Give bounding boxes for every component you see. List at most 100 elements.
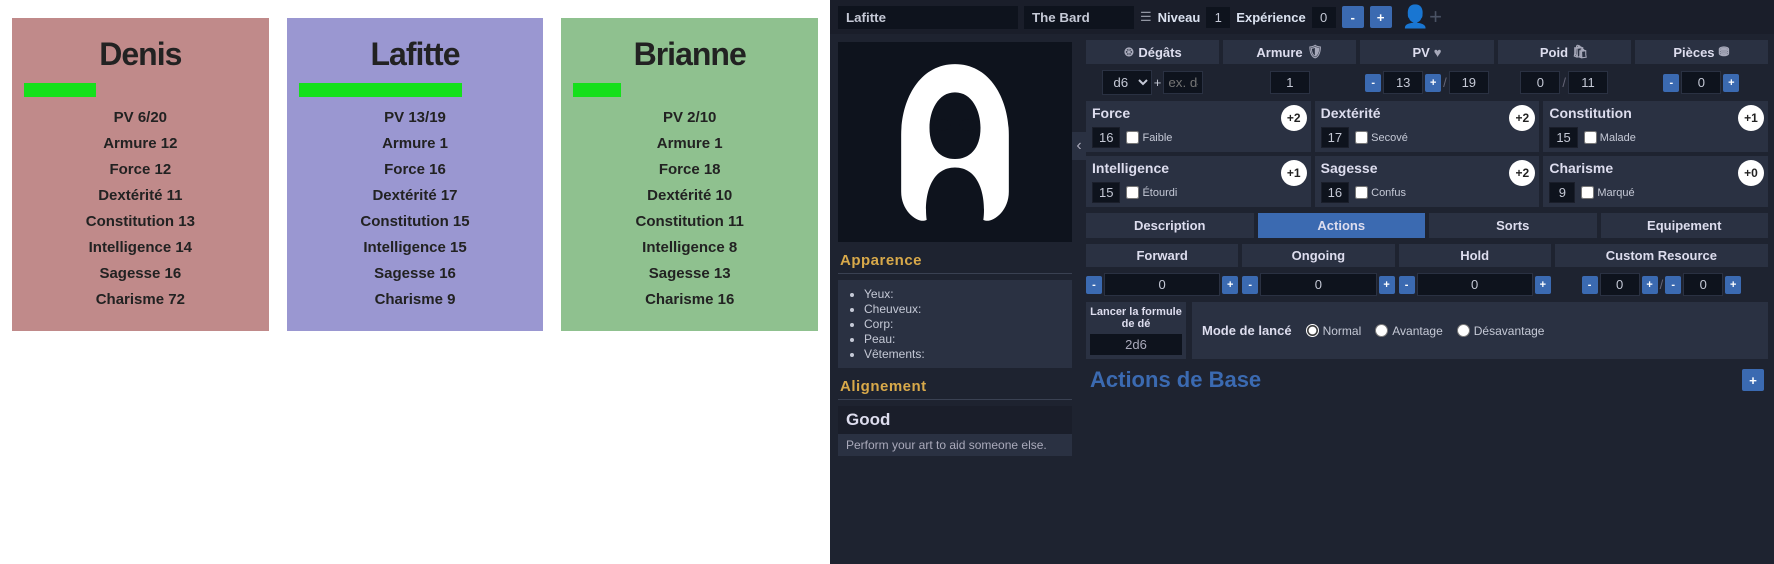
ongoing-plus[interactable]: + [1379,276,1395,294]
tab-sorts[interactable]: Sorts [1429,213,1597,238]
base-actions-row: Actions de Base + [1086,365,1768,395]
custom2-plus[interactable]: + [1725,276,1741,294]
stat-force: Force 16 [295,161,536,178]
weight-current: 0 [1520,71,1560,94]
xp-value: 0 [1312,7,1336,28]
stat-pv: PV 13/19 [295,109,536,126]
dice-row: Lancer la formule de dé 2d6 Mode de lanc… [1086,302,1768,359]
attr-mod[interactable]: +0 [1738,160,1764,186]
hold-minus[interactable]: - [1399,276,1415,294]
alignment-title: Good [838,406,1072,434]
dice-formula-label: Lancer la formule de dé [1090,306,1182,330]
char-card: Denis PV 6/20 Armure 12 Force 12 Dextéri… [12,18,269,331]
roll-mode-advantage[interactable]: Avantage [1375,324,1443,338]
custom1-plus[interactable]: + [1642,276,1658,294]
forward-minus[interactable]: - [1086,276,1102,294]
sheet-header: ☰ Niveau 1 Expérience 0 - + 👤+ [830,0,1774,34]
attr-mod[interactable]: +1 [1738,105,1764,131]
stat-dex: Dextérité 10 [569,187,810,204]
ongoing-minus[interactable]: - [1242,276,1258,294]
stat-int: Intelligence 8 [569,239,810,256]
sheet-tabs: Description Actions Sorts Equipement [1086,213,1768,238]
list-icon: ☰ [1140,9,1152,25]
attr-value[interactable]: 17 [1321,127,1349,148]
party-overview: Denis PV 6/20 Armure 12 Force 12 Dextéri… [0,0,830,564]
coin-minus-button[interactable]: - [1663,74,1679,92]
attr-int: Intelligence +1 15Étourdi [1086,156,1311,207]
stat-force: Force 18 [569,161,810,178]
armor-input[interactable] [1270,71,1310,94]
stat-sag: Sagesse 16 [295,265,536,282]
attr-value[interactable]: 9 [1549,182,1575,203]
coin-plus-button[interactable]: + [1723,74,1739,92]
damage-bonus-input[interactable] [1163,71,1203,94]
dice-formula-value[interactable]: 2d6 [1090,334,1182,355]
attr-mod[interactable]: +1 [1281,160,1307,186]
xp-minus-button[interactable]: - [1342,6,1364,28]
xp-plus-button[interactable]: + [1370,6,1392,28]
add-player-icon[interactable]: 👤+ [1402,4,1442,30]
attr-con: Constitution +1 15Malade [1543,101,1768,152]
class-input[interactable] [1024,6,1134,29]
shield-icon: 🛡 [1307,44,1324,60]
stat-force: Force 12 [20,161,261,178]
tab-equipement[interactable]: Equipement [1601,213,1769,238]
roll-mode-label: Mode de lancé [1202,323,1292,338]
heart-icon: ♥ [1434,45,1442,60]
damage-die-select[interactable]: d6 [1102,70,1152,95]
stat-sag: Sagesse 13 [569,265,810,282]
top-stats-values: d6 + - 13 + / 19 0 / 11 - [1086,70,1768,95]
debility-toggle[interactable]: Malade [1584,131,1636,144]
appearance-item: Cheuveux: [864,302,1062,316]
attr-dex: Dextérité +2 17Secové [1315,101,1540,152]
hp-bar [299,83,463,97]
add-action-button[interactable]: + [1742,369,1764,391]
top-stats-headers: ⊛Dégâts Armure🛡 PV♥ Poid🛍 Pièces⛃ [1086,40,1768,64]
debility-toggle[interactable]: Marqué [1581,186,1634,199]
stat-con: Constitution 11 [569,213,810,230]
roll-mode-normal[interactable]: Normal [1306,324,1362,338]
attr-value[interactable]: 15 [1549,127,1577,148]
stat-cha: Charisme 72 [20,291,261,308]
appearance-item: Yeux: [864,287,1062,301]
stat-dex: Dextérité 17 [295,187,536,204]
hp-minus-button[interactable]: - [1365,74,1381,92]
weight-header: Poid🛍 [1498,40,1631,64]
name-input[interactable] [838,6,1018,29]
hp-header: PV♥ [1360,40,1493,64]
tab-actions[interactable]: Actions [1258,213,1426,238]
appearance-box: Yeux: Cheuveux: Corp: Peau: Vêtements: [838,280,1072,368]
char-name: Lafitte [295,36,536,73]
alignment-header: Alignement [838,374,1072,400]
attr-value[interactable]: 16 [1092,127,1120,148]
custom1-minus[interactable]: - [1582,276,1598,294]
appearance-item: Corp: [864,317,1062,331]
debility-toggle[interactable]: Étourdi [1126,186,1177,199]
attr-value[interactable]: 15 [1092,182,1120,203]
char-card: Brianne PV 2/10 Armure 1 Force 18 Dextér… [561,18,818,331]
hp-current: 13 [1383,71,1423,94]
hold-plus[interactable]: + [1535,276,1551,294]
character-sheet: ☰ Niveau 1 Expérience 0 - + 👤+ ‹ Apparen… [830,0,1774,564]
debility-toggle[interactable]: Secové [1355,131,1408,144]
hp-bar [24,83,96,97]
forward-plus[interactable]: + [1222,276,1238,294]
coins-icon: ⛃ [1719,44,1730,60]
hp-plus-button[interactable]: + [1425,74,1441,92]
coins-header: Pièces⛃ [1635,40,1768,64]
debility-toggle[interactable]: Faible [1126,131,1172,144]
appearance-item: Vêtements: [864,347,1062,361]
collapse-handle[interactable]: ‹ [1072,132,1086,160]
attributes-grid: Force +2 16Faible Dextérité +2 17Secové … [1086,101,1768,207]
attr-force: Force +2 16Faible [1086,101,1311,152]
custom2-minus[interactable]: - [1665,276,1681,294]
attr-value[interactable]: 16 [1321,182,1349,203]
roll-mode-disadvantage[interactable]: Désavantage [1457,324,1545,338]
level-value: 1 [1206,7,1230,28]
stat-armure: Armure 1 [295,135,536,152]
tab-description[interactable]: Description [1086,213,1254,238]
debility-toggle[interactable]: Confus [1355,186,1406,199]
appearance-header: Apparence [838,248,1072,274]
hold-value: 0 [1417,273,1533,296]
attr-mod[interactable]: +2 [1281,105,1307,131]
